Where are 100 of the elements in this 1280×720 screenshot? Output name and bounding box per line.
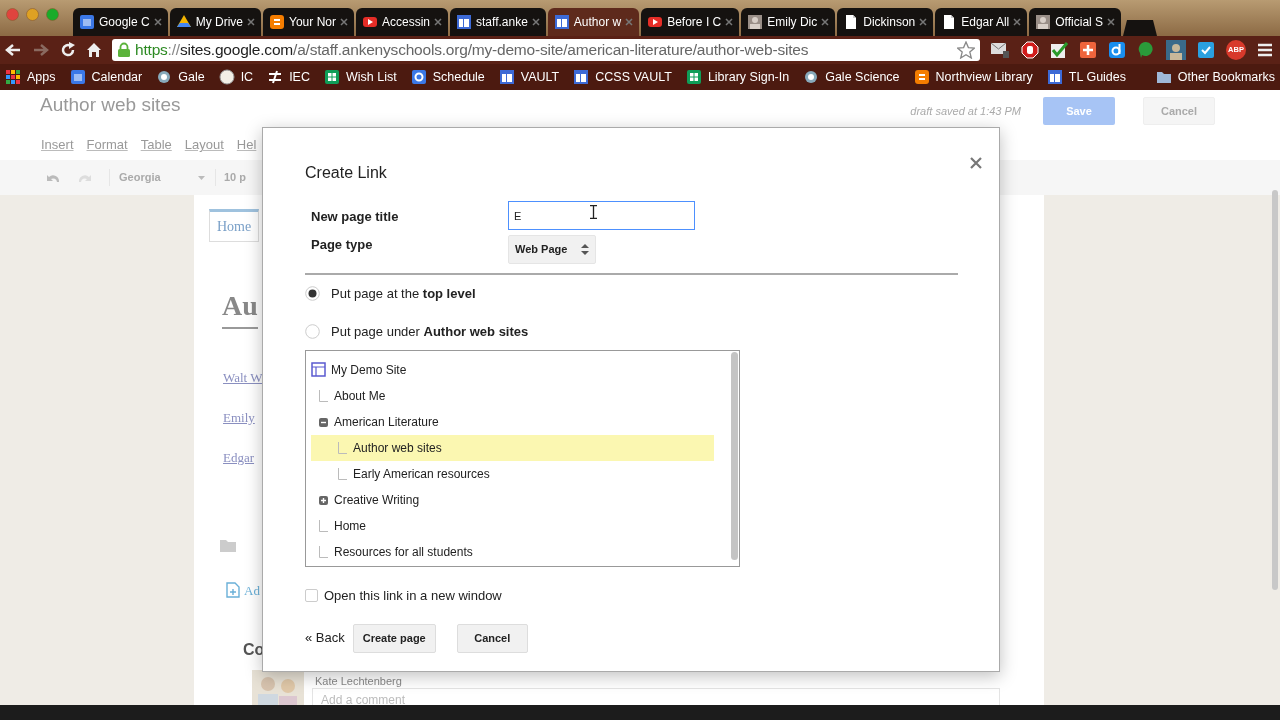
tab-title: Author w [573, 14, 622, 31]
spreadsheet-icon [685, 69, 702, 85]
radio-label: Put page under Author web sites [331, 322, 529, 341]
tab-title: Your Nor [289, 14, 336, 31]
stop-hand-icon[interactable] [1021, 41, 1039, 59]
bookmark-link[interactable]: Gale [156, 67, 205, 87]
browser-tab[interactable]: staff.anke [450, 8, 546, 36]
close-icon[interactable] [1107, 18, 1116, 26]
tab-title: Before I C [667, 14, 722, 31]
bookmark-link[interactable]: Northview Library [913, 67, 1033, 87]
checkbox-extension-icon[interactable] [1197, 41, 1215, 59]
close-icon[interactable] [434, 18, 442, 26]
page-layout-icon [573, 69, 590, 85]
close-icon[interactable] [339, 18, 348, 26]
close-icon[interactable] [725, 18, 734, 26]
radio-button[interactable] [305, 323, 320, 339]
bookmark-link[interactable]: Other Bookmarks [1155, 67, 1275, 87]
commenter-name: Kate Lechtenberg [315, 675, 402, 687]
bookmark-link[interactable]: TL Guides [1046, 67, 1126, 87]
tree-row[interactable]: American Literature [311, 409, 714, 435]
bookmark-link[interactable]: IEC [267, 67, 310, 87]
create-page-button[interactable]: Create page [352, 623, 436, 653]
apps-grid-icon [5, 69, 21, 85]
close-icon[interactable] [1013, 18, 1022, 26]
scrollbar[interactable] [731, 352, 738, 560]
cancel-button[interactable]: Cancel [456, 623, 528, 653]
scrollbar[interactable] [1272, 190, 1278, 590]
browser-tab[interactable]: Before I C [641, 8, 740, 36]
tree-connector-icon [338, 442, 347, 454]
bookmark-link[interactable]: Gale Science [803, 67, 900, 87]
browser-tab[interactable]: Accessin [355, 8, 448, 36]
tree-row[interactable]: Creative Writing [311, 487, 714, 513]
radio-button[interactable] [305, 286, 320, 302]
bookmark-link[interactable]: Apps [5, 67, 56, 87]
tab-title: Emily Dic [767, 14, 818, 31]
page-title: Author web sites [40, 93, 182, 117]
checkmark-icon[interactable] [1050, 41, 1068, 59]
portrait-icon [747, 14, 764, 30]
portrait-icon [1035, 14, 1052, 30]
tree-connector-icon [338, 468, 347, 480]
bookmark-link[interactable]: Calendar [69, 67, 143, 87]
tab-title: Google C [99, 14, 150, 31]
close-icon[interactable] [821, 18, 830, 26]
back-link[interactable]: « Back [305, 628, 345, 648]
collapse-icon[interactable] [319, 417, 328, 427]
browser-tab[interactable]: Google C [73, 8, 168, 36]
browser-tab[interactable]: My Drive [169, 8, 262, 36]
tab-stub-icon[interactable] [1123, 20, 1158, 36]
browser-tab[interactable]: Dickinson [837, 8, 934, 36]
tab-title: Official S [1055, 14, 1104, 31]
browser-tab[interactable]: Your Nor [263, 8, 354, 36]
blog-icon [913, 69, 930, 85]
triangle-icon [175, 14, 192, 30]
tree-connector-icon [319, 390, 328, 402]
tab-title: Edgar All [961, 14, 1010, 31]
close-icon[interactable] [247, 18, 256, 26]
input-field[interactable]: E [508, 201, 695, 230]
close-icon[interactable] [153, 18, 162, 26]
home-icon[interactable] [86, 42, 102, 58]
checkbox[interactable] [305, 589, 318, 603]
bookmark-link[interactable]: VAULT [498, 67, 560, 87]
mail-icon[interactable] [990, 41, 1010, 59]
bookmark-link[interactable]: Library Sign-In [685, 67, 790, 87]
tab-title: Accessin [381, 14, 430, 31]
address-bar[interactable]: https://sites.google.com/a/staff.ankenyschools.org/my-demo-site/american-literature/author-web-sites [112, 39, 980, 61]
tree-item[interactable]: My Demo Site [331, 360, 407, 379]
play-icon [361, 14, 378, 30]
tree-connector-icon [319, 546, 328, 558]
avatar-icon[interactable] [1166, 40, 1186, 60]
browser-tab[interactable]: Emily Dic [741, 8, 836, 36]
tab-title: staff.anke [476, 14, 528, 31]
tree-row[interactable]: Resources for all students [311, 539, 714, 565]
site-layout-icon [311, 362, 326, 377]
plus-icon[interactable] [1079, 41, 1097, 59]
tree-row[interactable]: Early American resources [311, 461, 714, 487]
bookmark-link[interactable]: Wish List [324, 67, 397, 87]
reload-icon[interactable] [60, 42, 76, 58]
close-icon[interactable] [531, 18, 540, 26]
back-arrow-icon[interactable] [4, 42, 22, 58]
close-icon[interactable] [970, 157, 982, 169]
quote-bubble-icon[interactable] [1137, 41, 1155, 59]
tree-row[interactable]: Author web sites [311, 435, 714, 461]
browser-tab[interactable]: Edgar All [935, 8, 1028, 36]
browser-tab[interactable]: Author w [547, 8, 640, 36]
bookmark-link[interactable]: CCSS VAULT [573, 67, 672, 87]
close-icon[interactable] [919, 18, 928, 26]
page-type-dropdown[interactable]: Web Page [508, 235, 596, 264]
calendar-icon [69, 69, 86, 85]
tree-row[interactable]: About Me [311, 383, 714, 409]
close-icon[interactable] [625, 18, 634, 26]
bookmark-link[interactable]: Schedule [410, 67, 485, 87]
tree-row[interactable]: Home [311, 513, 714, 539]
page-layout-icon [553, 14, 570, 30]
page-layout-icon [1046, 69, 1063, 85]
forward-arrow-icon[interactable] [32, 42, 50, 58]
field-label: New page title [311, 208, 400, 226]
bookmark-link[interactable]: IC [218, 67, 254, 87]
menu-icon[interactable] [1257, 43, 1273, 57]
expand-icon[interactable] [319, 495, 328, 505]
star-icon[interactable] [957, 41, 975, 59]
